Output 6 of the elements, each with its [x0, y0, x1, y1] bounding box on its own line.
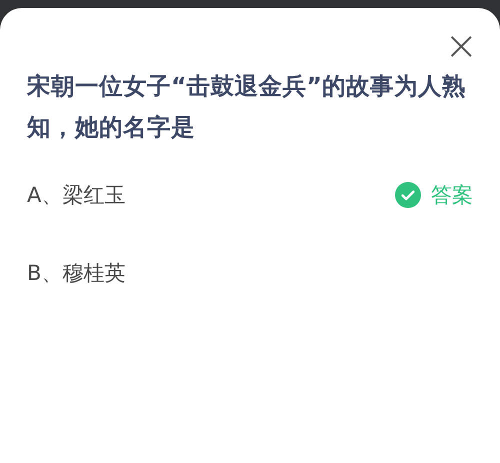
question-text: 宋朝一位女子“击鼓退金兵”的故事为人熟知，她的名字是: [27, 71, 467, 143]
close-button[interactable]: ×: [444, 28, 478, 64]
option-text[interactable]: B、穆桂英: [27, 259, 126, 287]
answer-label: 答案: [431, 182, 473, 209]
check-icon: [395, 182, 421, 208]
option-text[interactable]: A、梁红玉: [27, 181, 126, 209]
